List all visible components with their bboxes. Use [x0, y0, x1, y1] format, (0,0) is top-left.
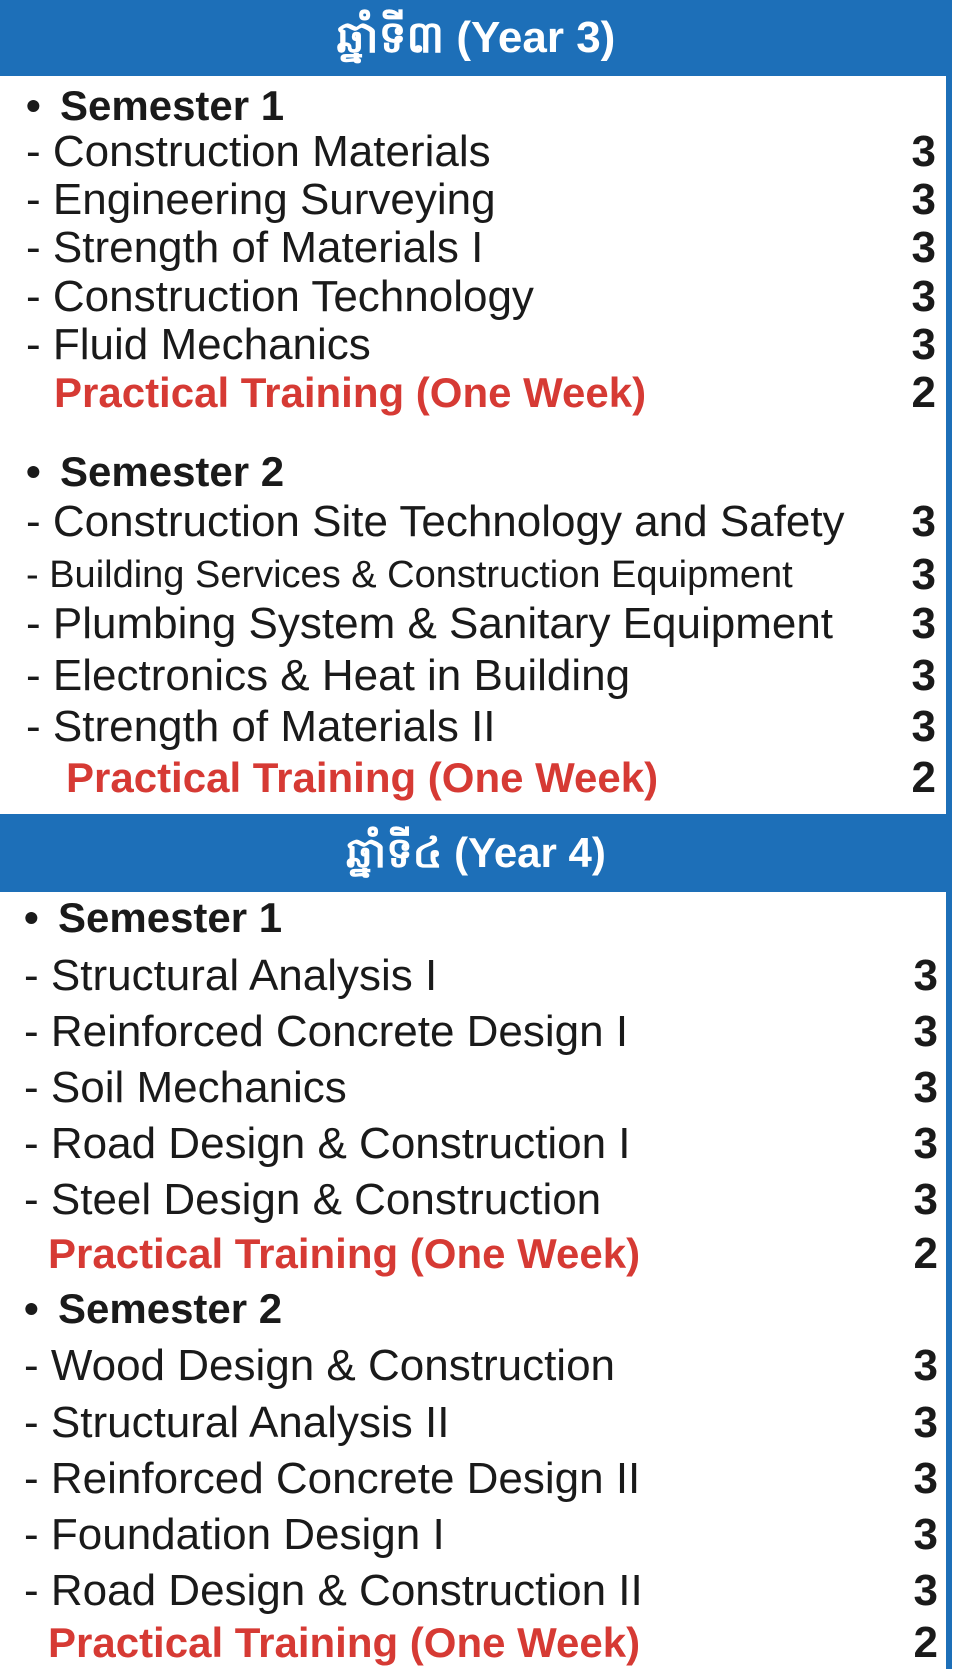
course-name: - Reinforced Concrete Design I [24, 1007, 629, 1056]
course-credits: 3 [913, 1063, 938, 1112]
course-row: - Construction Materials 3 [26, 126, 936, 178]
year4-semester1-heading: • Semester 1 [24, 893, 282, 943]
course-name: - Structural Analysis II [24, 1398, 450, 1447]
practical-training-label: Practical Training (One Week) [48, 1619, 641, 1666]
course-row: - Soil Mechanics 3 [24, 1062, 938, 1114]
course-credits: 3 [913, 1341, 938, 1390]
course-credits: 3 [911, 127, 936, 176]
course-row: - Road Design & Construction II 3 [24, 1565, 938, 1617]
practical-training-credits: 2 [911, 368, 936, 417]
course-row: - Building Services & Construction Equip… [26, 549, 936, 601]
course-row: - Reinforced Concrete Design I 3 [24, 1006, 938, 1058]
course-credits: 3 [913, 1007, 938, 1056]
year4-title-en: (Year 4) [454, 829, 606, 876]
year3-semester1-heading: • Semester 1 [26, 81, 284, 131]
course-credits: 3 [911, 272, 936, 321]
year3-header: ឆ្នាំទី៣ (Year 3) [0, 0, 952, 76]
course-credits: 3 [913, 1119, 938, 1168]
bullet-icon: • [26, 448, 41, 495]
year4-semester2-heading: • Semester 2 [24, 1284, 282, 1334]
practical-training-row: Practical Training (One Week) 2 [24, 1617, 938, 1669]
semester-label: Semester 1 [58, 894, 283, 941]
course-name: - Electronics & Heat in Building [26, 651, 631, 700]
course-row: - Foundation Design I 3 [24, 1509, 938, 1561]
course-credits: 3 [911, 223, 936, 272]
practical-training-label: Practical Training (One Week) [48, 1230, 641, 1277]
semester-label: Semester 2 [58, 1285, 283, 1332]
semester-label: Semester 2 [60, 448, 285, 495]
course-credits: 3 [911, 702, 936, 751]
course-credits: 3 [911, 550, 936, 599]
course-name: - Strength of Materials I [26, 223, 484, 272]
course-row: - Plumbing System & Sanitary Equipment 3 [26, 598, 936, 650]
course-row: - Strength of Materials II 3 [26, 701, 936, 753]
practical-training-label: Practical Training (One Week) [66, 754, 659, 801]
course-credits: 3 [911, 599, 936, 648]
course-name: - Steel Design & Construction [24, 1175, 602, 1224]
course-name: - Wood Design & Construction [24, 1341, 616, 1390]
course-name: - Construction Technology [26, 272, 534, 321]
practical-training-row: Practical Training (One Week) 2 [26, 367, 936, 419]
course-credits: 3 [911, 320, 936, 369]
year3-title-en: (Year 3) [456, 13, 616, 62]
course-name: - Construction Materials [26, 127, 491, 176]
course-credits: 3 [913, 1510, 938, 1559]
course-name: - Engineering Surveying [26, 175, 496, 224]
course-name: - Reinforced Concrete Design II [24, 1454, 641, 1503]
course-row: - Strength of Materials I 3 [26, 222, 936, 274]
course-name: - Building Services & Construction Equip… [26, 554, 793, 596]
year4-title-khmer: ឆ្នាំទី៤ [346, 828, 443, 877]
practical-training-credits: 2 [913, 1618, 938, 1667]
course-row: - Electronics & Heat in Building 3 [26, 650, 936, 702]
practical-training-row: Practical Training (One Week) 2 [26, 752, 936, 804]
year4-header: ឆ្នាំទី៤ (Year 4) [0, 814, 952, 892]
course-credits: 3 [913, 1398, 938, 1447]
course-credits: 3 [913, 1175, 938, 1224]
course-credits: 3 [911, 651, 936, 700]
course-row: - Structural Analysis I 3 [24, 950, 938, 1002]
course-credits: 3 [911, 497, 936, 546]
bullet-icon: • [26, 82, 41, 129]
course-name: - Soil Mechanics [24, 1063, 347, 1112]
course-name: - Plumbing System & Sanitary Equipment [26, 599, 834, 648]
course-name: - Road Design & Construction I [24, 1119, 631, 1168]
course-credits: 3 [913, 1566, 938, 1615]
practical-training-label: Practical Training (One Week) [54, 369, 647, 416]
course-credits: 3 [911, 175, 936, 224]
year3-semester2-heading: • Semester 2 [26, 447, 284, 497]
course-row: - Fluid Mechanics 3 [26, 319, 936, 371]
course-row: - Construction Technology 3 [26, 271, 936, 323]
course-name: - Structural Analysis I [24, 951, 438, 1000]
year3-title-khmer: ឆ្នាំទី៣ [336, 12, 445, 63]
course-row: - Structural Analysis II 3 [24, 1397, 938, 1449]
course-row: - Wood Design & Construction 3 [24, 1340, 938, 1392]
course-name: - Construction Site Technology and Safet… [26, 497, 845, 546]
bullet-icon: • [24, 894, 39, 941]
course-credits: 3 [913, 1454, 938, 1503]
course-row: - Construction Site Technology and Safet… [26, 496, 936, 548]
course-row: - Reinforced Concrete Design II 3 [24, 1453, 938, 1505]
course-name: - Strength of Materials II [26, 702, 496, 751]
course-name: - Foundation Design I [24, 1510, 445, 1559]
practical-training-row: Practical Training (One Week) 2 [24, 1228, 938, 1280]
practical-training-credits: 2 [911, 753, 936, 802]
course-name: - Road Design & Construction II [24, 1566, 643, 1615]
course-row: - Engineering Surveying 3 [26, 174, 936, 226]
bullet-icon: • [24, 1285, 39, 1332]
semester-label: Semester 1 [60, 82, 285, 129]
course-name: - Fluid Mechanics [26, 320, 371, 369]
practical-training-credits: 2 [913, 1229, 938, 1278]
course-credits: 3 [913, 951, 938, 1000]
course-row: - Steel Design & Construction 3 [24, 1174, 938, 1226]
course-row: - Road Design & Construction I 3 [24, 1118, 938, 1170]
